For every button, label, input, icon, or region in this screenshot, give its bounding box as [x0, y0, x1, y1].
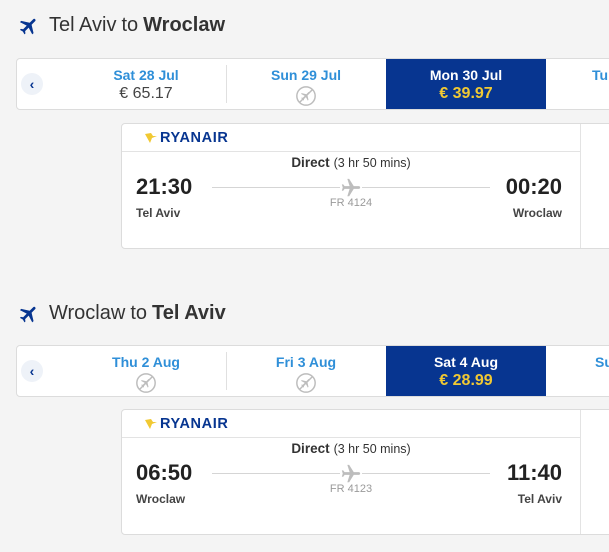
- ryanair-harp-icon: [145, 418, 157, 429]
- outbound-flight-card[interactable]: RYANAIR Direct (3 hr 50 mins) 21:30 00:20…: [121, 123, 609, 249]
- date-label: Thu 2 Aug: [112, 354, 180, 370]
- date-label: Sun 29 Jul: [270, 67, 342, 83]
- inbound-title: Wroclaw to Tel Aviv: [18, 302, 226, 325]
- outbound-connector: to: [121, 14, 139, 36]
- no-flight-icon: [296, 373, 316, 393]
- outbound-prev-button[interactable]: ‹: [17, 59, 47, 109]
- date-label: Fri 3 Aug: [275, 354, 337, 370]
- inbound-date-3[interactable]: Su: [546, 346, 609, 396]
- inbound-prev-button[interactable]: ‹: [17, 346, 47, 396]
- date-label: Su: [595, 354, 609, 370]
- flight-number: FR 4124: [329, 197, 373, 209]
- outbound-date-strip: ‹ Sat 28 Jul € 65.17 Sun 29 Jul Mon 30 J…: [16, 58, 609, 110]
- inbound-date-2[interactable]: Sat 4 Aug € 28.99: [386, 346, 546, 396]
- depart-city: Tel Aviv: [136, 206, 181, 220]
- plane-icon: [340, 177, 362, 199]
- inbound-from: Wroclaw: [49, 302, 126, 324]
- inbound-flight-card[interactable]: RYANAIR Direct (3 hr 50 mins) 06:50 11:40…: [121, 409, 609, 535]
- flight-duration: (3 hr 50 mins): [333, 156, 411, 170]
- plane-icon: [13, 10, 44, 41]
- airline-brand: RYANAIR: [122, 124, 580, 152]
- flight-duration: (3 hr 50 mins): [333, 442, 411, 456]
- chevron-left-icon: ‹: [21, 360, 43, 382]
- inbound-date-1[interactable]: Fri 3 Aug: [226, 346, 386, 396]
- inbound-to: Tel Aviv: [152, 302, 226, 324]
- inbound-date-0[interactable]: Thu 2 Aug: [66, 346, 226, 396]
- no-flight-icon: [136, 373, 156, 393]
- date-price: € 65.17: [119, 85, 173, 102]
- no-flight-icon: [296, 86, 316, 106]
- outbound-date-1[interactable]: Sun 29 Jul: [226, 59, 386, 109]
- outbound-date-0[interactable]: Sat 28 Jul € 65.17: [66, 59, 226, 109]
- plane-icon: [13, 298, 44, 329]
- outbound-to: Wroclaw: [143, 14, 226, 36]
- date-price: € 39.97: [439, 85, 493, 102]
- outbound-title: Tel Aviv to Wroclaw: [18, 14, 225, 37]
- outbound-date-2[interactable]: Mon 30 Jul € 39.97: [386, 59, 546, 109]
- flight-number: FR 4123: [329, 483, 373, 495]
- flight-direct: Direct (3 hr 50 mins): [122, 155, 580, 170]
- arrive-city: Wroclaw: [512, 206, 562, 220]
- chevron-left-icon: ‹: [21, 73, 43, 95]
- inbound-date-strip: ‹ Thu 2 Aug Fri 3 Aug Sat 4 Aug € 28.99 …: [16, 345, 609, 397]
- date-label: Sat 4 Aug: [433, 354, 499, 370]
- date-label: Sat 28 Jul: [113, 67, 179, 83]
- date-label: Tu: [592, 67, 609, 83]
- plane-icon: [340, 463, 362, 485]
- airline-brand: RYANAIR: [122, 410, 580, 438]
- inbound-connector: to: [130, 302, 147, 324]
- outbound-date-3[interactable]: Tu: [546, 59, 609, 109]
- date-label: Mon 30 Jul: [429, 67, 503, 83]
- flight-direct: Direct (3 hr 50 mins): [122, 441, 580, 456]
- airline-name: RYANAIR: [160, 415, 229, 432]
- flight-stops: Direct: [291, 441, 330, 456]
- arrive-city: Tel Aviv: [517, 492, 562, 506]
- date-price: € 28.99: [439, 372, 493, 389]
- depart-city: Wroclaw: [136, 492, 186, 506]
- ryanair-harp-icon: [145, 132, 157, 143]
- airline-name: RYANAIR: [160, 129, 229, 146]
- outbound-from: Tel Aviv: [49, 14, 117, 36]
- flight-stops: Direct: [291, 155, 330, 170]
